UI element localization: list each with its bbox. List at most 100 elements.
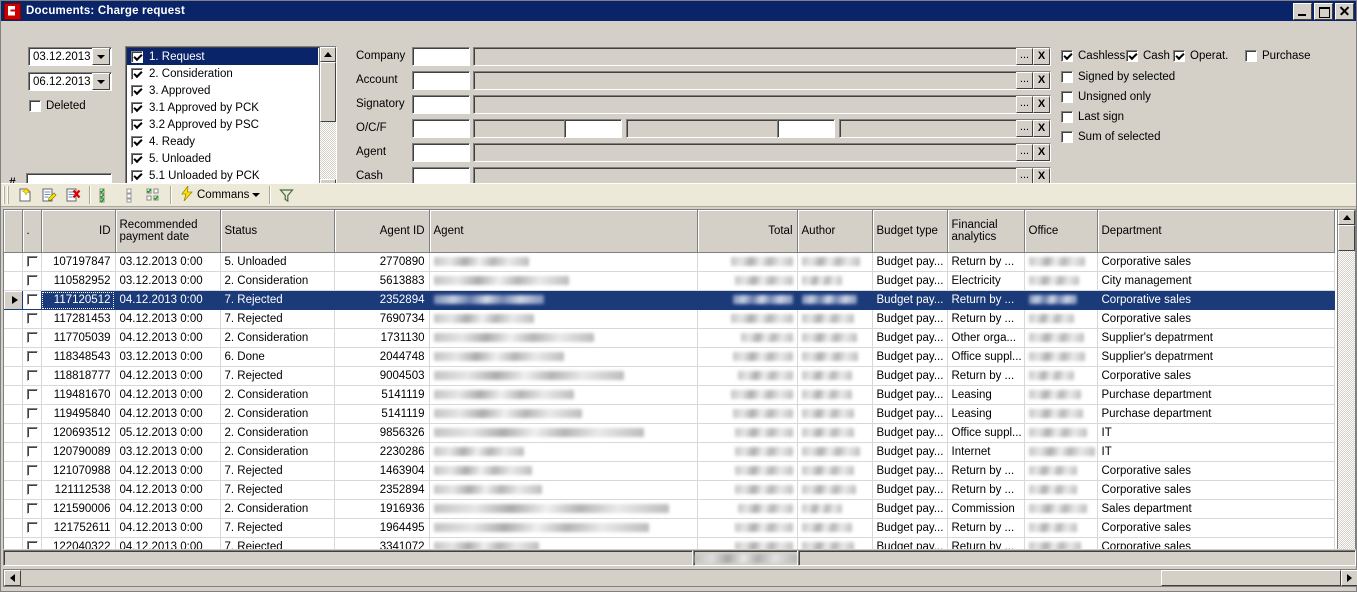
checkbox-box[interactable]	[27, 256, 38, 267]
option-cashless[interactable]: Cashless	[1061, 50, 1125, 62]
grid-vertical-scrollbar[interactable]	[1337, 210, 1355, 554]
scroll-up-icon[interactable]	[1338, 210, 1355, 225]
chevron-down-icon[interactable]	[92, 48, 110, 65]
maximize-button[interactable]	[1314, 3, 1333, 20]
checkbox-box[interactable]	[27, 408, 38, 419]
row-checkbox[interactable]	[22, 462, 41, 481]
status-list-item[interactable]: 4. Ready	[127, 133, 318, 150]
row-checkbox[interactable]	[22, 443, 41, 462]
checkbox-box[interactable]	[27, 332, 38, 343]
checkbox-box[interactable]	[1061, 71, 1073, 83]
commands-button[interactable]: Commans	[176, 185, 264, 205]
field-value-company[interactable]: ...X	[473, 47, 1051, 66]
option-cash[interactable]: Cash	[1126, 50, 1170, 62]
toolbar-grip[interactable]	[3, 186, 10, 204]
clear-icon[interactable]: X	[1033, 120, 1050, 137]
checkbox-box[interactable]	[131, 85, 143, 97]
field-value-agent[interactable]: ...X	[473, 143, 1051, 162]
scroll-thumb[interactable]	[320, 62, 336, 122]
scroll-left-icon[interactable]	[4, 570, 21, 586]
date-from-picker[interactable]: 03.12.2013	[28, 47, 112, 66]
table-row[interactable]: 11949584004.12.2013 0:002. Consideration…	[4, 405, 1334, 424]
field-code-input[interactable]	[412, 71, 470, 90]
invert-selection-icon[interactable]	[143, 185, 165, 205]
checkbox-box[interactable]	[27, 370, 38, 381]
field-value-signatory[interactable]: ...X	[473, 95, 1051, 114]
horizontal-scrollbar[interactable]	[3, 569, 1356, 587]
deleted-checkbox[interactable]: Deleted	[29, 100, 86, 112]
chevron-down-icon[interactable]	[252, 193, 260, 197]
table-row[interactable]: 11948167004.12.2013 0:002. Consideration…	[4, 386, 1334, 405]
column-header-id[interactable]: ID	[41, 210, 115, 253]
column-header-budget[interactable]: Budget type	[872, 210, 947, 253]
ocf-code-input-3[interactable]	[777, 119, 835, 138]
option-unsignedonly[interactable]: Unsigned only	[1061, 91, 1151, 103]
ocf-value-field-3[interactable]: ...X	[839, 119, 1051, 138]
row-checkbox[interactable]	[22, 424, 41, 443]
browse-icon[interactable]: ...	[1016, 144, 1033, 161]
checkbox-box[interactable]	[131, 153, 143, 165]
documents-grid[interactable]: .IDRecommended payment dateStatusAgent I…	[3, 209, 1356, 555]
row-checkbox[interactable]	[22, 291, 41, 310]
checkbox-box[interactable]	[27, 522, 38, 533]
browse-icon[interactable]: ...	[1016, 72, 1033, 89]
column-header-check[interactable]: .	[22, 210, 41, 253]
scroll-track-left[interactable]	[21, 570, 1161, 586]
close-button[interactable]	[1335, 3, 1354, 20]
edit-document-icon[interactable]	[38, 185, 60, 205]
checkbox-box[interactable]	[131, 170, 143, 182]
status-list-item[interactable]: 2. Consideration	[127, 65, 318, 82]
row-checkbox[interactable]	[22, 253, 41, 272]
status-list-item[interactable]: 1. Request	[127, 48, 318, 65]
field-code-input[interactable]	[412, 143, 470, 162]
checkbox-box[interactable]	[131, 68, 143, 80]
column-header-date[interactable]: Recommended payment date	[115, 210, 220, 253]
field-code-input[interactable]	[412, 119, 470, 138]
option-sumofselected[interactable]: Sum of selected	[1061, 131, 1160, 143]
row-checkbox[interactable]	[22, 272, 41, 291]
checkbox-box[interactable]	[27, 389, 38, 400]
chevron-down-icon[interactable]	[92, 73, 110, 90]
option-lastsign[interactable]: Last sign	[1061, 111, 1124, 123]
ocf-code-input-2[interactable]	[564, 119, 622, 138]
checkbox-box[interactable]	[131, 136, 143, 148]
status-list-scrollbar[interactable]	[319, 47, 336, 194]
checkbox-box[interactable]	[1126, 50, 1138, 62]
table-row[interactable]: 10719784703.12.2013 0:005. Unloaded27708…	[4, 253, 1334, 272]
clear-icon[interactable]: X	[1033, 48, 1050, 65]
clear-icon[interactable]: X	[1033, 144, 1050, 161]
row-checkbox[interactable]	[22, 329, 41, 348]
checkbox-box[interactable]	[27, 275, 38, 286]
table-row[interactable]: 11834854303.12.2013 0:006. Done2044748Bu…	[4, 348, 1334, 367]
clear-icon[interactable]: X	[1033, 96, 1050, 113]
row-checkbox[interactable]	[22, 519, 41, 538]
row-checkbox[interactable]	[22, 386, 41, 405]
browse-icon[interactable]: ...	[1016, 120, 1033, 137]
checkbox-box[interactable]	[131, 51, 143, 63]
field-code-input[interactable]	[412, 47, 470, 66]
table-row[interactable]: 12079008903.12.2013 0:002. Consideration…	[4, 443, 1334, 462]
status-list-item[interactable]: 5. Unloaded	[127, 150, 318, 167]
table-row[interactable]: 12107098804.12.2013 0:007. Rejected14639…	[4, 462, 1334, 481]
column-header-agent[interactable]: Agent	[429, 210, 697, 253]
column-header-agent_id[interactable]: Agent ID	[334, 210, 429, 253]
uncheck-all-icon[interactable]	[119, 185, 141, 205]
checkbox-box[interactable]	[1061, 50, 1073, 62]
delete-document-icon[interactable]	[62, 185, 84, 205]
table-row[interactable]: 12175261104.12.2013 0:007. Rejected19644…	[4, 519, 1334, 538]
table-row[interactable]: 12069351205.12.2013 0:002. Consideration…	[4, 424, 1334, 443]
scroll-thumb[interactable]	[1161, 570, 1341, 586]
status-list-item[interactable]: 3.2 Approved by PSC	[127, 116, 318, 133]
check-all-icon[interactable]	[95, 185, 117, 205]
field-value-account[interactable]: ...X	[473, 71, 1051, 90]
browse-icon[interactable]: ...	[1016, 96, 1033, 113]
row-checkbox[interactable]	[22, 481, 41, 500]
checkbox-box[interactable]	[27, 484, 38, 495]
status-filter-list[interactable]: 1. Request2. Consideration3. Approved3.1…	[125, 46, 337, 195]
column-header-dept[interactable]: Department	[1097, 210, 1334, 253]
status-list-item[interactable]: 5.1 Unloaded by PCK	[127, 167, 318, 184]
scroll-track[interactable]	[320, 122, 336, 179]
column-header-author[interactable]: Author	[797, 210, 872, 253]
minimize-button[interactable]	[1293, 3, 1312, 20]
checkbox-box[interactable]	[131, 119, 143, 131]
